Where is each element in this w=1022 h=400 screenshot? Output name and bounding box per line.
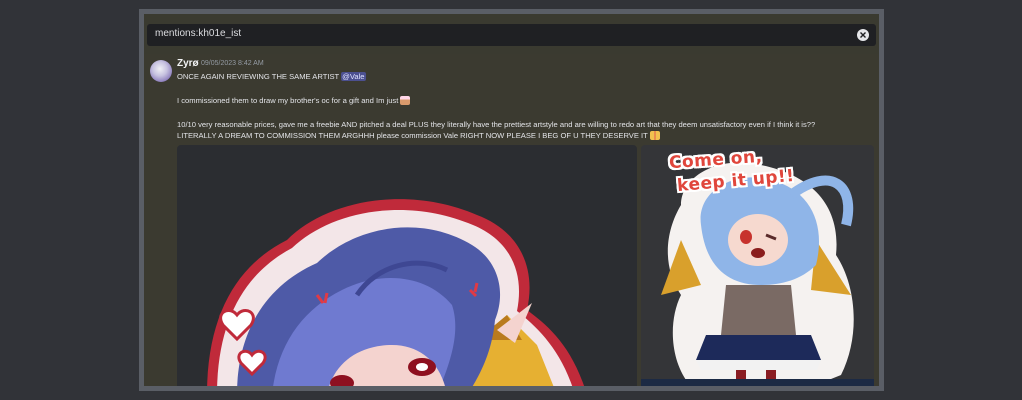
message-line-2: I commissioned them to draw my brother's… <box>177 96 411 105</box>
user-mention[interactable]: @Vale <box>341 72 366 81</box>
message-timestamp: 09/05/2023 8:42 AM <box>201 60 264 67</box>
attachment-image-1[interactable] <box>177 145 637 386</box>
author-name[interactable]: Zyrø <box>177 58 199 69</box>
emoji-icon <box>400 96 411 105</box>
message-text: LITERALLY A DREAM TO COMMISSION THEM ARG… <box>177 131 648 140</box>
search-bar[interactable]: mentions:kh01e_ist <box>147 24 876 46</box>
close-circle-icon[interactable] <box>857 29 869 41</box>
results-container: mentions:kh01e_ist Zyrø 09/05/2023 8:42 … <box>144 14 879 386</box>
search-results-panel: mentions:kh01e_ist Zyrø 09/05/2023 8:42 … <box>139 9 884 391</box>
message-line-3: 10/10 very reasonable prices, gave me a … <box>177 120 815 129</box>
message-text: ONCE AGAIN REVIEWING THE SAME ARTIST <box>177 72 342 81</box>
emoji-icon <box>649 131 660 140</box>
avatar[interactable] <box>150 60 172 82</box>
search-result-message[interactable]: Zyrø 09/05/2023 8:42 AM ONCE AGAIN REVIE… <box>144 54 879 386</box>
message-text: 10/10 very reasonable prices, gave me a … <box>177 120 816 129</box>
message-line-4: LITERALLY A DREAM TO COMMISSION THEM ARG… <box>177 131 660 140</box>
attachment-image-2[interactable]: Come on, keep it up!! <box>641 145 874 386</box>
search-input[interactable]: mentions:kh01e_ist <box>155 28 241 39</box>
message-line-1: ONCE AGAIN REVIEWING THE SAME ARTIST @Va… <box>177 72 366 81</box>
message-text: I commissioned them to draw my brother's… <box>177 96 399 105</box>
artwork-illustration <box>207 199 584 386</box>
